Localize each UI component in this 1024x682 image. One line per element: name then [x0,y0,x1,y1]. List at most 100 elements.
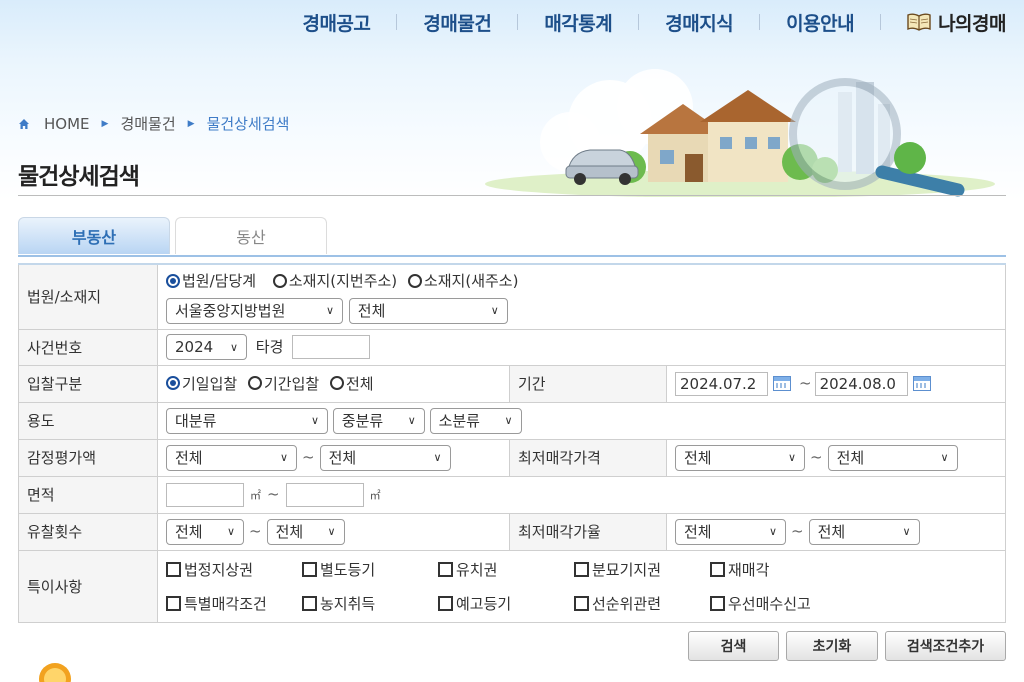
court-select[interactable]: 서울중앙지방법원 ∨ [166,297,343,324]
nav-divider [517,14,519,30]
search-button[interactable]: 검색 [688,631,779,661]
fail-from-select[interactable]: 전체 ∨ [166,518,244,545]
appraisal-label: 감정평가액 [18,438,158,477]
min-price-from-select[interactable]: 전체 ∨ [675,444,805,471]
checkbox-label: 별도등기 [320,560,376,579]
case-year-select[interactable]: 2024 ∨ [166,334,247,360]
nav-auction-items[interactable]: 경매물건 [423,9,491,36]
radio-period-bid[interactable]: 기간입찰 [247,373,319,394]
chevron-down-icon: ∨ [310,414,319,427]
nav-auction-knowledge[interactable]: 경매지식 [665,9,733,36]
radio-court-dept[interactable]: 법원/담당계 [166,270,256,291]
checkbox-farmland[interactable]: 농지취득 [302,593,438,614]
nav-my-auction[interactable]: 나의경매 [907,9,1006,36]
usage-small-select[interactable]: 소분류 ∨ [429,407,522,434]
checkbox-resale[interactable]: 재매각 [710,559,846,580]
min-price-to-select[interactable]: 전체 ∨ [827,444,958,471]
checkbox-lien[interactable]: 유치권 [438,559,574,580]
title-divider [18,195,1006,196]
area-to-input[interactable] [285,482,364,507]
select-value: 전체 [175,449,203,467]
select-value: 서울중앙지방법원 [175,302,286,320]
checkbox-label: 특별매각조건 [184,594,267,613]
radio-selected-icon [166,273,180,288]
checkbox-icon [166,595,181,611]
checkbox-icon [710,595,725,611]
checkbox-priority-purchase[interactable]: 우선매수신고 [710,593,846,614]
min-rate-label: 최저매각가율 [509,512,667,551]
breadcrumb-arrow-icon: ▶ [187,118,195,129]
period-label: 기간 [509,364,667,403]
checkbox-statutory-superficies[interactable]: 법정지상권 [166,559,302,580]
area-label: 면적 [18,475,158,514]
appraisal-from-select[interactable]: 전체 ∨ [166,444,297,471]
checkbox-icon [574,561,589,577]
radio-unselected-icon [329,376,344,391]
radio-label: 법원/담당계 [182,272,257,290]
appraisal-to-select[interactable]: 전체 ∨ [319,444,451,471]
checkbox-icon [574,595,589,611]
select-value: 2024 [175,338,214,356]
chevron-down-icon: ∨ [490,304,499,317]
select-value: 전체 [684,523,712,541]
min-rate-to-select[interactable]: 전체 ∨ [808,518,920,545]
usage-medium-select[interactable]: 중분류 ∨ [332,407,425,434]
breadcrumb-level1[interactable]: 경매물건 [120,113,175,134]
min-price-label: 최저매각가격 [509,438,667,477]
checkbox-label: 우선매수신고 [728,594,811,613]
tab-real-estate[interactable]: 부동산 [18,217,170,254]
select-value: 전체 [275,523,304,541]
checkbox-senior-rights[interactable]: 선순위관련 [574,593,710,614]
calendar-icon[interactable] [912,376,931,391]
nav-sales-stats[interactable]: 매각통계 [544,9,612,36]
date-to-input[interactable]: 2024.08.0 [814,371,908,396]
chevron-down-icon: ∨ [504,414,513,427]
home-icon [19,118,29,129]
select-value: 전체 [328,449,357,467]
usage-large-select[interactable]: 대분류 ∨ [166,407,328,434]
checkbox-label: 재매각 [728,560,770,579]
area-from-input[interactable] [166,482,244,507]
select-value: 전체 [357,302,386,320]
min-rate-from-select[interactable]: 전체 ∨ [675,518,786,545]
usage-label: 용도 [18,401,158,440]
radio-selected-icon [166,376,180,391]
nav-my-auction-label: 나의경매 [938,13,1006,35]
chevron-down-icon: ∨ [407,414,416,427]
checkbox-icon [302,561,317,577]
checkbox-separate-registry[interactable]: 별도등기 [302,559,438,580]
calendar-icon[interactable] [773,376,791,391]
tilde: ~ [810,448,823,466]
radio-bid-all[interactable]: 전체 [329,373,374,394]
case-number-input[interactable] [292,335,371,359]
radio-address-lot[interactable]: 소재지(지번주소) [272,270,398,291]
bottom-section-icon [38,662,72,682]
add-condition-button[interactable]: 검색조건추가 [885,631,1006,661]
fail-count-label: 유찰횟수 [18,512,158,551]
radio-address-road[interactable]: 소재지(새주소) [407,270,518,291]
chevron-down-icon: ∨ [327,525,336,538]
checkbox-icon [438,595,453,611]
checkbox-icon [302,595,317,611]
nav-auction-notice[interactable]: 경매공고 [302,9,370,36]
circle-badge-icon [39,663,71,682]
breadcrumb-home[interactable]: HOME [44,115,90,133]
radio-date-bid[interactable]: 기일입찰 [166,373,237,394]
checkbox-label: 예고등기 [456,594,512,613]
fail-to-select[interactable]: 전체 ∨ [266,518,345,545]
tab-movable-property[interactable]: 동산 [175,217,327,254]
select-value: 소분류 [438,412,480,430]
checkbox-grave-site[interactable]: 분묘기지권 [574,559,710,580]
dept-select[interactable]: 전체 ∨ [348,297,508,324]
radio-label: 소재지(지번주소) [288,272,398,290]
checkbox-special-conditions[interactable]: 특별매각조건 [166,593,302,614]
special-cell: 법정지상권 별도등기 유치권 분묘기지권 재매각 특별매각조건 농지취득 예고등… [157,549,1006,623]
checkbox-notice-registry[interactable]: 예고등기 [438,593,574,614]
reset-button[interactable]: 초기화 [786,631,878,661]
date-from-input[interactable]: 2024.07.2 [675,371,768,396]
min-rate-cell: 전체 ∨ ~ 전체 ∨ [666,512,1006,551]
area-cell: ㎡ ~ ㎡ [157,475,1006,514]
radio-unselected-icon [272,273,287,288]
chevron-down-icon: ∨ [279,451,288,464]
nav-usage-guide[interactable]: 이용안내 [786,9,854,36]
